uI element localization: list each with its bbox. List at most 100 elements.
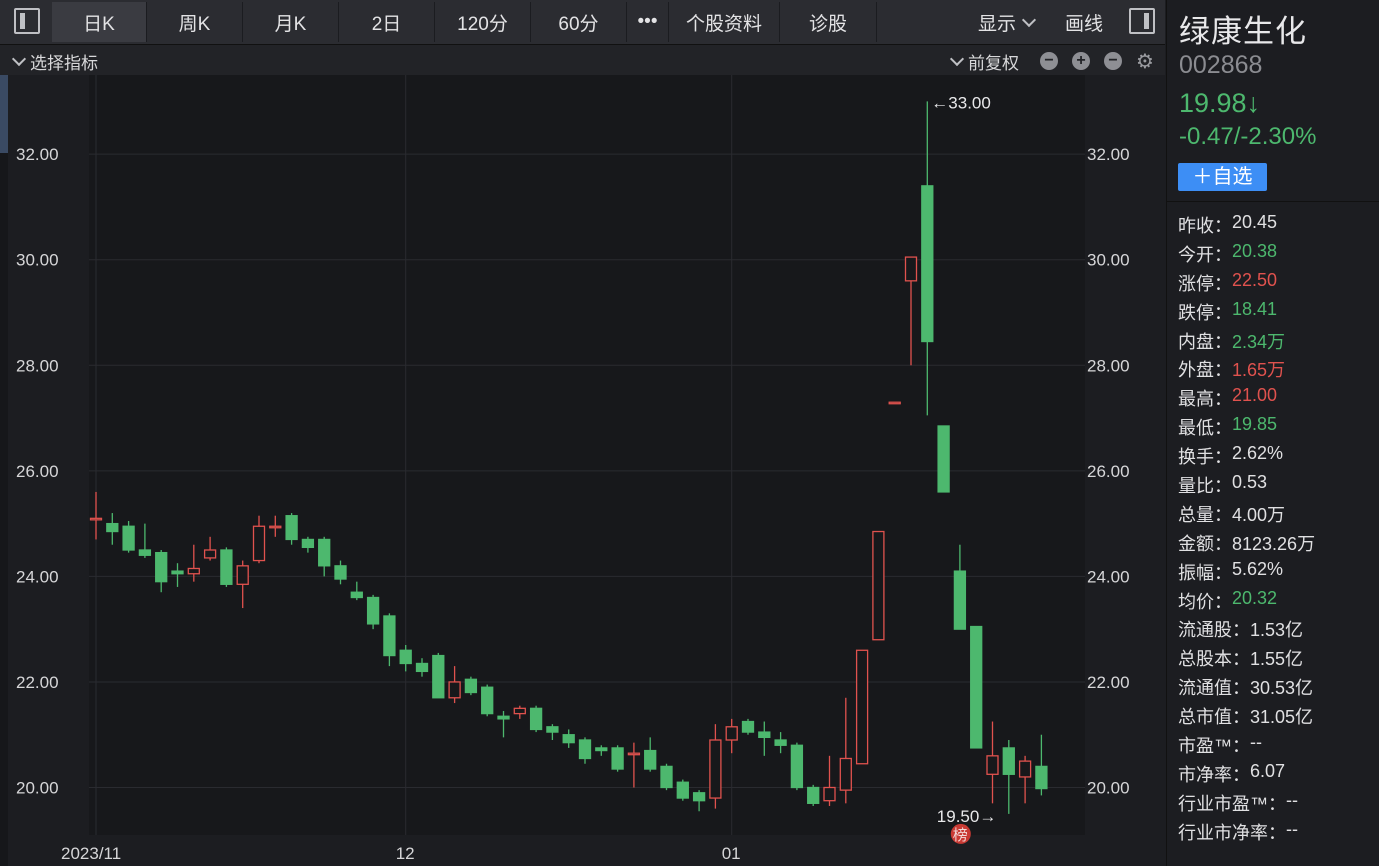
quote-panel: 绿康生化 002868 19.98↓ -0.47/-2.30% ＋自选 昨收： 2… — [1166, 0, 1379, 866]
candle-body — [839, 757, 852, 791]
stat-value: 20.45 — [1232, 212, 1278, 232]
candle — [285, 513, 298, 545]
stat-row: 市盈™： -- — [1178, 732, 1315, 761]
stat-label: 昨收： — [1178, 216, 1232, 236]
tab-2-day[interactable]: 2日 — [339, 2, 435, 42]
stat-value: 21.00 — [1232, 385, 1278, 406]
candle — [888, 401, 901, 405]
stock-price: 19.98↓ — [1179, 88, 1261, 118]
candle — [741, 718, 755, 735]
tab-stock-diagnosis[interactable]: 诊股 — [780, 2, 877, 42]
stat-value: 4.00万 — [1232, 504, 1286, 525]
stat-label: 内盘： — [1178, 331, 1232, 352]
candle-body — [741, 720, 755, 733]
indicator-label: 选择指标 — [30, 54, 98, 73]
left-sidebar-toggle-icon[interactable] — [14, 8, 40, 34]
stat-row: 最高： 21.00 — [1178, 385, 1315, 414]
stat-value: 20.32 — [1232, 587, 1278, 608]
stat-value: 1.65万 — [1232, 360, 1286, 381]
y-tick-label-left: 20.00 — [16, 779, 59, 798]
tab-60-min[interactable]: 60分 — [531, 2, 627, 42]
y-tick-label-left: 22.00 — [16, 673, 59, 692]
stat-value: -- — [1250, 732, 1262, 753]
stock-change: -0.47/-2.30% — [1179, 123, 1317, 150]
stat-value: 5.62% — [1232, 558, 1284, 579]
chevron-down-icon — [11, 51, 27, 67]
x-tick-label: 2023/11 — [61, 844, 121, 863]
y-tick-label-right: 28.00 — [1087, 356, 1130, 375]
candle-body — [415, 662, 429, 673]
stat-row: 今开： 20.38 — [1178, 241, 1315, 270]
candle-body — [106, 522, 119, 533]
stat-value: 6.07 — [1250, 760, 1286, 781]
candle-body — [481, 686, 494, 715]
candle-body — [758, 731, 771, 739]
stat-value: 22.50 — [1232, 269, 1278, 290]
candle-body — [578, 739, 592, 760]
candle-body — [888, 401, 901, 405]
candle-body — [236, 565, 249, 585]
stat-row: 均价： 20.32 — [1178, 588, 1315, 617]
tab-month-k[interactable]: 月K — [243, 2, 339, 42]
y-tick-label-right: 22.00 — [1087, 673, 1130, 692]
y-tick-label-left: 24.00 — [16, 567, 59, 586]
stat-row: 涨停： 22.50 — [1178, 270, 1315, 299]
candle — [529, 705, 543, 733]
candle-body — [709, 739, 722, 799]
candle-body — [252, 525, 266, 562]
candle — [481, 684, 494, 717]
display-label: 显示 — [977, 13, 1016, 35]
candle-body — [676, 781, 689, 799]
stat-label: 总市值： — [1178, 707, 1250, 728]
stat-row: 外盘： 1.65万 — [1178, 356, 1315, 385]
x-tick-label: 01 — [722, 844, 741, 863]
candle-body — [562, 734, 575, 744]
candle-body — [986, 755, 999, 775]
tab-stock-profile[interactable]: 个股资料 — [669, 2, 780, 42]
kline-chart[interactable]: 32.00 32.00 30.00 30.00 28.00 28.00 26.00 26.00… — [8, 75, 1165, 866]
settings-gear-icon[interactable]: ⚙ — [1136, 49, 1154, 74]
draw-line-button[interactable]: 画线 — [1052, 2, 1116, 42]
more-periods-button[interactable]: ••• — [627, 2, 669, 42]
stat-value: 20.38 — [1232, 240, 1278, 261]
candle — [676, 779, 689, 801]
stat-value: 2.34万 — [1232, 331, 1286, 352]
stat-value: 0.53 — [1232, 472, 1268, 493]
stat-label: 总股本： — [1178, 649, 1250, 670]
zoom-out-icon[interactable]: − — [1040, 52, 1058, 70]
add-to-watchlist-button[interactable]: ＋自选 — [1178, 163, 1267, 191]
stat-value: 8123.26万 — [1232, 533, 1316, 554]
candle-body — [692, 792, 706, 802]
candle-body — [366, 596, 380, 625]
y-tick-label-left: 30.00 — [16, 251, 59, 270]
display-dropdown[interactable]: 显示 — [962, 2, 1050, 42]
candle — [937, 425, 950, 493]
stat-label: 行业市净率： — [1178, 822, 1286, 843]
candle-body — [904, 256, 918, 282]
tab-week-k[interactable]: 周K — [147, 2, 243, 42]
candle-body — [334, 565, 347, 580]
chevron-down-icon — [1021, 12, 1037, 27]
stat-value: 19.85 — [1232, 414, 1278, 435]
right-panel-toggle-icon[interactable] — [1129, 8, 1155, 34]
min-price-label: 19.50→ — [937, 807, 997, 826]
indicator-selector[interactable]: 选择指标 — [11, 49, 98, 74]
stat-row: 最低： 19.85 — [1178, 414, 1315, 443]
minimize-icon[interactable]: − — [1104, 52, 1122, 70]
candle-body — [89, 517, 103, 521]
stock-code: 002868 — [1179, 51, 1263, 79]
candle-body — [953, 570, 967, 630]
tab-day-k[interactable]: 日K — [52, 2, 147, 42]
candle-body — [855, 649, 869, 765]
candle-body — [937, 425, 950, 493]
stat-label: 市盈™： — [1178, 736, 1250, 757]
zoom-in-icon[interactable]: + — [1072, 52, 1090, 70]
candle-body — [432, 654, 445, 699]
adjust-selector[interactable]: 前复权 — [949, 49, 1019, 74]
candle — [855, 649, 869, 765]
stat-row: 换手： 2.62% — [1178, 443, 1315, 472]
stat-label: 涨停： — [1178, 273, 1232, 294]
tab-120-min[interactable]: 120分 — [435, 2, 531, 42]
max-price-label: ←33.00 — [931, 93, 991, 112]
candle-body — [1035, 765, 1048, 790]
